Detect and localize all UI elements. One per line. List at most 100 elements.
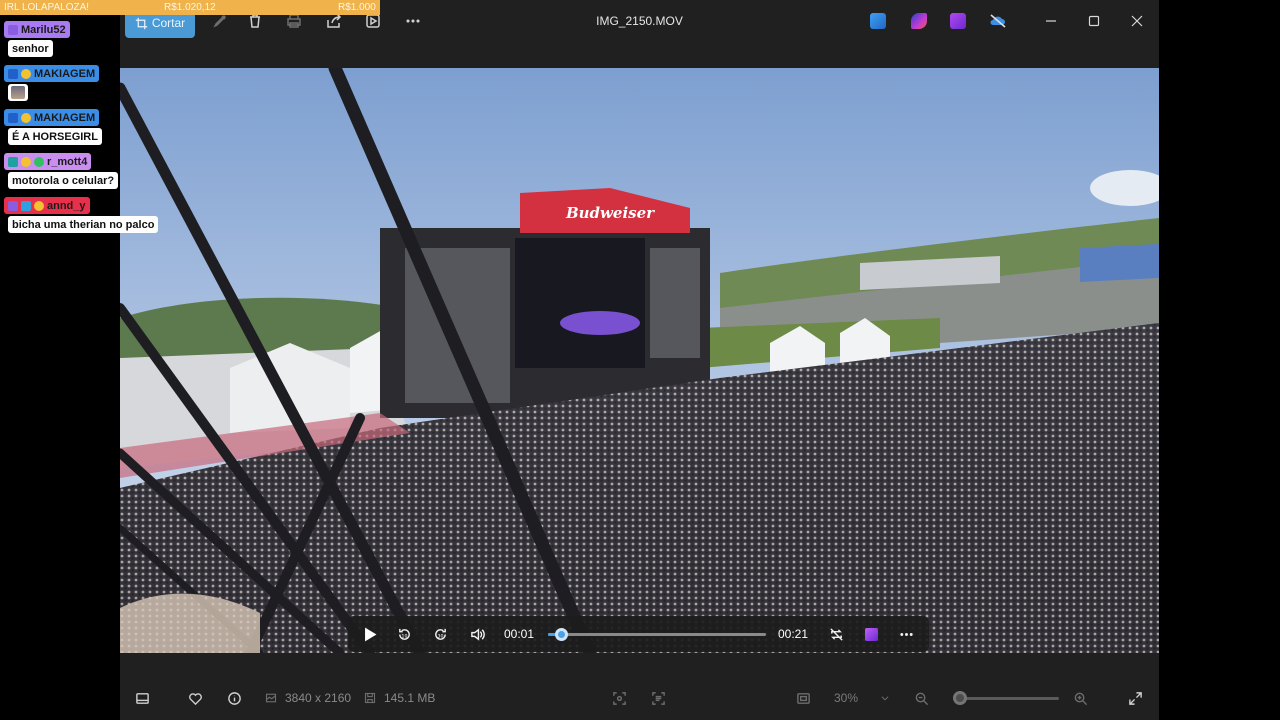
- cloud-off-icon: [990, 14, 1006, 28]
- chat-username: MAKIAGEM: [4, 65, 100, 82]
- close-button[interactable]: [1115, 6, 1159, 36]
- more-options-button[interactable]: [398, 6, 428, 36]
- maximize-button[interactable]: [1072, 6, 1116, 36]
- zoom-slider-thumb[interactable]: [953, 691, 968, 705]
- zoom-out-button[interactable]: [914, 688, 929, 708]
- minimize-icon: [1046, 20, 1056, 22]
- zoom-dropdown[interactable]: 30%: [834, 688, 890, 708]
- zoom-in-icon: [1074, 692, 1088, 705]
- print-icon: [287, 14, 301, 28]
- close-icon: [1131, 15, 1143, 27]
- duration: 00:21: [777, 627, 809, 641]
- repeat-off-icon: [829, 627, 843, 641]
- filmstrip-button[interactable]: [135, 688, 150, 708]
- chat-username: MAKIAGEM: [4, 109, 100, 126]
- concert-scene-image: Budweiser: [120, 68, 1159, 653]
- fit-button[interactable]: [612, 688, 627, 708]
- badge-icon: [8, 200, 18, 211]
- chat-message: bicha uma therian no palco: [8, 216, 159, 233]
- crop-button-label: Cortar: [151, 16, 186, 30]
- stream-banner: IRL LOLAPALOZA! R$1.020,12 R$1.000: [0, 0, 380, 15]
- stage-sign: Budweiser: [565, 204, 655, 222]
- clipchamp-button[interactable]: [857, 616, 885, 652]
- app-icon-clipchamp[interactable]: [911, 13, 927, 29]
- chevron-down-icon: [881, 696, 889, 701]
- actual-size-button[interactable]: [796, 688, 811, 708]
- player-more-button[interactable]: [892, 616, 920, 652]
- video-frame[interactable]: Budweiser 10 30 00:01 00:21: [120, 68, 1159, 653]
- fit-icon: [613, 691, 626, 705]
- player-controls: 10 30 00:01 00:21: [348, 616, 929, 652]
- ocr-icon: [652, 691, 665, 705]
- info-icon: [228, 691, 241, 705]
- chat-message: senhor: [8, 40, 53, 57]
- edit-icon: [213, 14, 227, 28]
- svg-text:30: 30: [437, 633, 443, 639]
- chat-username: r_mott4: [4, 153, 92, 170]
- chat-message: [8, 84, 28, 101]
- filmstrip-icon: [136, 692, 149, 704]
- badge-icon: [21, 156, 31, 167]
- badge-icon: [8, 112, 18, 123]
- info-button[interactable]: [227, 688, 242, 708]
- zoom-percentage: 30%: [834, 691, 859, 705]
- chat-username-text: MAKIAGEM: [34, 67, 96, 80]
- resolution-icon: [265, 693, 277, 703]
- badge-icon: [21, 200, 31, 211]
- seek-bar-thumb[interactable]: [555, 628, 569, 641]
- chat-username-text: MAKIAGEM: [34, 111, 96, 124]
- share-icon: [327, 13, 342, 28]
- badge-icon: [34, 200, 44, 211]
- seek-bar[interactable]: [548, 628, 766, 641]
- bottom-bar: 3840 x 2160 145.1 MB 30%: [120, 676, 1159, 720]
- rewind-10-button[interactable]: 10: [391, 616, 417, 652]
- chat-username: Marilu52: [4, 21, 70, 38]
- minimize-button[interactable]: [1029, 6, 1073, 36]
- svg-text:10: 10: [401, 633, 407, 639]
- chat-username-text: Marilu52: [21, 23, 66, 36]
- chat-message: motorola o celular?: [8, 172, 119, 189]
- chat-username-text: r_mott4: [47, 155, 88, 168]
- clipchamp-icon: [864, 627, 878, 641]
- photos-app-window: IMG_2150.MOV Cortar Budweiser 10 30 00:0…: [120, 0, 1159, 720]
- badge-icon: [21, 112, 31, 123]
- resolution-info: 3840 x 2160: [265, 688, 351, 708]
- play-button[interactable]: [356, 616, 382, 652]
- more-icon: [899, 632, 913, 636]
- favorite-icon: [189, 692, 202, 705]
- app-icon-purple[interactable]: [950, 13, 966, 29]
- maximize-icon: [1088, 15, 1100, 27]
- stream-amount-1: R$1.020,12: [164, 2, 216, 13]
- zoom-in-button[interactable]: [1073, 688, 1088, 708]
- app-icon-cloud[interactable]: [989, 13, 1007, 29]
- forward-30-button[interactable]: 30: [427, 616, 453, 652]
- file-size-info: 145.1 MB: [364, 688, 435, 708]
- actual-size-icon: [797, 692, 810, 704]
- more-icon: [406, 19, 420, 23]
- chat-message: É A HORSEGIRL: [8, 128, 102, 145]
- badge-icon: [8, 24, 18, 35]
- badge-icon: [34, 156, 44, 167]
- rewind-10-icon: 10: [398, 628, 410, 640]
- resolution-text: 3840 x 2160: [285, 691, 352, 705]
- zoom-slider[interactable]: [953, 691, 1059, 705]
- favorite-button[interactable]: [188, 688, 203, 708]
- ocr-button[interactable]: [651, 688, 666, 708]
- badge-icon: [8, 68, 18, 79]
- chat-username: annd_y: [4, 197, 90, 214]
- fullscreen-button[interactable]: [1128, 688, 1143, 708]
- volume-icon: [470, 627, 485, 641]
- repeat-off-button[interactable]: [822, 616, 850, 652]
- file-size-icon: [364, 692, 376, 704]
- fullscreen-icon: [1129, 691, 1142, 705]
- chat-username-text: annd_y: [47, 199, 86, 212]
- stream-amount-2: R$1.000: [338, 2, 376, 13]
- badge-icon: [21, 68, 31, 79]
- crop-icon: [135, 17, 148, 29]
- volume-button[interactable]: [464, 616, 490, 652]
- play-icon: [364, 627, 376, 641]
- app-icon-blue[interactable]: [870, 13, 886, 29]
- stream-title: IRL LOLAPALOZA!: [4, 2, 90, 13]
- badge-icon: [8, 156, 18, 167]
- emote-icon: [11, 86, 25, 99]
